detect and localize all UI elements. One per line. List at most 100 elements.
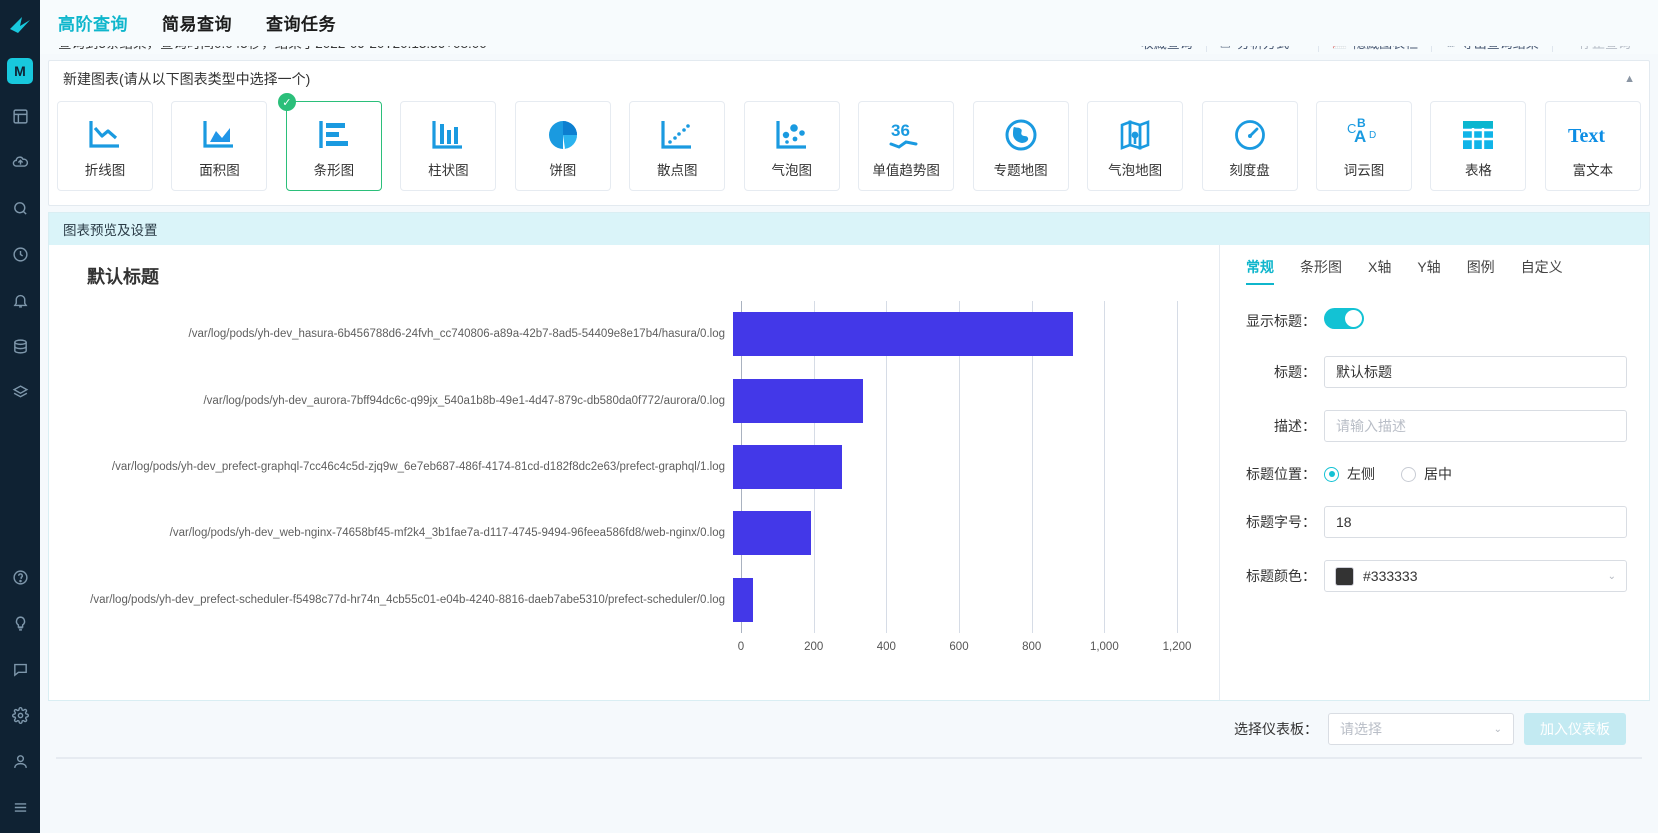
title-color-label: 标题颜色： (1246, 568, 1316, 584)
title-position-left[interactable]: 左侧 (1324, 464, 1375, 484)
chart-type-panel-title: 新建图表(请从以下图表类型中选择一个) (63, 71, 311, 87)
title-row: 标题： 默认标题 (1246, 356, 1627, 388)
top-tabs: 高阶查询 简易查询 查询任务 (40, 0, 1658, 46)
selected-check-icon: ✓ (277, 93, 296, 111)
dashboard-select[interactable]: 请选择 ⌄ (1328, 713, 1514, 745)
chart-type-line[interactable]: 折线图 (57, 101, 153, 191)
user-icon[interactable] (4, 745, 36, 777)
chart-type-word-cloud-label: 词云图 (1343, 163, 1385, 178)
app-root: M 高阶查询 简易查询 查询任务 新建图表(请从以下图表类型中选择一个) ▲ 折… (0, 0, 1658, 833)
chart-bar[interactable] (733, 312, 1074, 357)
bulb-icon[interactable] (4, 607, 36, 639)
chart-type-rich-text[interactable]: Text 富文本 (1544, 101, 1641, 191)
bell-icon[interactable] (4, 284, 36, 316)
chart-category-label: /var/log/pods/yh-dev_aurora-7bff94dc6c-q… (203, 394, 725, 407)
help-icon[interactable] (4, 561, 36, 593)
svg-text:36: 36 (891, 121, 910, 140)
chart-type-gauge[interactable]: 刻度盘 (1201, 101, 1298, 191)
chart-type-scatter[interactable]: 散点图 (629, 101, 726, 191)
chart-bar-row: /var/log/pods/yh-dev_prefect-scheduler-f… (73, 567, 1219, 633)
tab-y-axis[interactable]: Y轴 (1417, 257, 1440, 285)
svg-text:Text: Text (1568, 125, 1605, 147)
chart-category-label: /var/log/pods/yh-dev_hasura-6b456788d6-2… (188, 328, 725, 341)
chart-type-bubble-label: 气泡图 (771, 163, 812, 178)
tab-legend[interactable]: 图例 (1467, 257, 1495, 285)
chart-type-bubble[interactable]: 气泡图 (743, 101, 840, 191)
chart-type-column[interactable]: 柱状图 (400, 101, 497, 191)
chart-type-pie-label: 饼图 (549, 163, 577, 178)
dashboard-select-value: 请选择 (1340, 721, 1382, 737)
chart-type-thematic-map[interactable]: 专题地图 (972, 101, 1069, 191)
title-font-size-input[interactable]: 18 (1324, 506, 1627, 538)
pie-chart-icon (546, 113, 580, 157)
chart-bar-track (733, 301, 1219, 367)
preview-body: 默认标题 /var/log/pods/yh-dev_hasura-6b45678… (49, 245, 1649, 700)
chart-type-pie[interactable]: 饼图 (514, 101, 611, 191)
chart-category-label: /var/log/pods/yh-dev_prefect-scheduler-f… (90, 593, 725, 606)
chart-title: 默认标题 (87, 267, 159, 287)
title-color-picker[interactable]: #333333 ⌄ (1324, 560, 1627, 592)
bar-chart-icon (316, 113, 352, 157)
chart-type-column-label: 柱状图 (428, 163, 469, 178)
chevron-down-icon[interactable]: ⌄ (1608, 571, 1616, 582)
preview-panel: 图表预览及设置 默认标题 /var/log/pods/yh-dev_hasura… (48, 212, 1650, 701)
avatar[interactable]: M (7, 58, 33, 84)
gear-icon[interactable] (4, 699, 36, 731)
chat-icon[interactable] (4, 653, 36, 685)
title-position-center[interactable]: 居中 (1401, 464, 1452, 484)
content-area: 新建图表(请从以下图表类型中选择一个) ▲ 折线图 面积图 ✓ 条形图 柱状图 … (40, 54, 1658, 833)
chart-type-word-cloud[interactable]: CBAD 词云图 (1315, 101, 1412, 191)
cloud-upload-icon[interactable] (4, 146, 36, 178)
search-icon[interactable] (4, 192, 36, 224)
tab-advanced-query[interactable]: 高阶查询 (58, 10, 128, 37)
title-color-control: #333333 ⌄ (1324, 560, 1627, 592)
tab-custom[interactable]: 自定义 (1521, 257, 1563, 285)
dashboard-icon[interactable] (4, 100, 36, 132)
x-tick-label: 800 (1022, 641, 1042, 653)
title-font-size-control: 18 (1324, 506, 1627, 538)
tab-x-axis[interactable]: X轴 (1368, 257, 1391, 285)
title-input[interactable]: 默认标题 (1324, 356, 1627, 388)
title-font-size-label: 标题字号： (1246, 514, 1316, 530)
footer-divider (56, 757, 1642, 759)
chart-settings-panel: 常规 条形图 X轴 Y轴 图例 自定义 显示标题： 标题： 默认标题 描述： 请… (1219, 245, 1649, 700)
title-position-center-label: 居中 (1424, 466, 1452, 482)
clock-icon[interactable] (4, 238, 36, 270)
menu-icon[interactable] (4, 791, 36, 823)
chevron-up-icon[interactable]: ▲ (1624, 73, 1635, 85)
dashboard-select-label: 选择仪表板： (1234, 721, 1318, 737)
layers-icon[interactable] (4, 376, 36, 408)
chart-type-bubble-map[interactable]: 气泡地图 (1087, 101, 1184, 191)
show-title-toggle[interactable] (1324, 308, 1364, 329)
scatter-chart-icon (659, 113, 695, 157)
show-title-label: 显示标题： (1246, 313, 1316, 329)
add-to-dashboard-button[interactable]: 加入仪表板 (1524, 713, 1626, 745)
chart-type-area[interactable]: 面积图 (171, 101, 268, 191)
svg-text:A: A (1354, 127, 1366, 146)
x-tick-label: 600 (949, 641, 969, 653)
x-tick-label: 400 (876, 641, 896, 653)
chart-type-rich-text-label: 富文本 (1572, 163, 1614, 178)
chart-bar[interactable] (733, 378, 863, 423)
database-icon[interactable] (4, 330, 36, 362)
x-tick-label: 200 (804, 641, 824, 653)
description-input[interactable]: 请输入描述 (1324, 410, 1627, 442)
chart-type-scatter-label: 散点图 (657, 163, 698, 178)
chart-bar[interactable] (733, 577, 754, 622)
chart-bar[interactable] (733, 444, 843, 489)
title-position-label: 标题位置： (1246, 466, 1316, 482)
tab-query-task[interactable]: 查询任务 (266, 10, 336, 37)
chart-type-table[interactable]: 表格 (1430, 101, 1527, 191)
chart-type-bar[interactable]: ✓ 条形图 (277, 93, 382, 191)
word-cloud-icon: CBAD (1345, 113, 1383, 157)
chart-type-single-value-trend[interactable]: 36 单值趋势图 (858, 101, 955, 191)
dashboard-action-bar: 选择仪表板： 请选择 ⌄ 加入仪表板 (48, 701, 1650, 757)
tab-general[interactable]: 常规 (1246, 257, 1274, 285)
title-label: 标题： (1274, 364, 1316, 380)
tab-simple-query[interactable]: 简易查询 (162, 10, 232, 37)
tab-bar-chart[interactable]: 条形图 (1300, 257, 1342, 285)
chart-bar[interactable] (733, 511, 811, 556)
settings-tabs: 常规 条形图 X轴 Y轴 图例 自定义 (1246, 257, 1627, 286)
x-tick-label: 1,200 (1162, 641, 1192, 653)
chart-type-bubble-map-label: 气泡地图 (1108, 163, 1163, 178)
